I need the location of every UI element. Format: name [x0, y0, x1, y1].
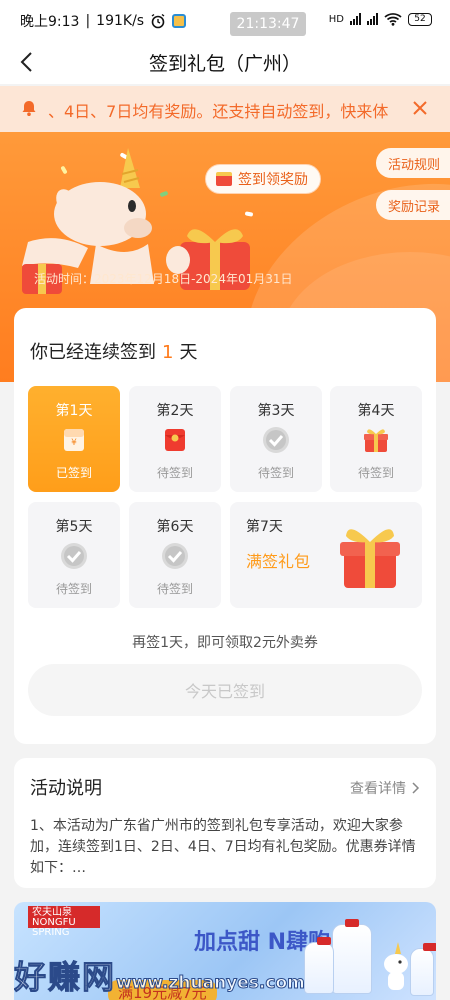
navigation-bar: 签到礼包（广州） — [0, 40, 450, 84]
full-sign-gift-label: 满签礼包 — [246, 552, 311, 571]
streak-heading: 你已经连续签到 1 天 — [30, 342, 198, 363]
gift-icon — [216, 172, 232, 186]
battery-icon: 52 — [408, 12, 432, 26]
gift-box-icon — [364, 429, 388, 452]
check-coin-icon — [61, 543, 87, 569]
reward-records-button[interactable]: 奖励记录 — [375, 190, 450, 220]
signed-today-button[interactable]: 今天已签到 — [28, 664, 422, 716]
status-speed: 191K/s — [96, 13, 145, 29]
status-time: 晚上9:13 — [20, 14, 80, 30]
water-bottle-image — [304, 937, 334, 994]
day-6-card: 第6天 待签到 — [129, 502, 221, 608]
app-notification-icon — [172, 14, 187, 28]
sign-reward-label: 签到领奖励 — [238, 172, 308, 188]
day-4-card: 第4天 待签到 — [330, 386, 422, 492]
view-details-link[interactable]: 查看详情 — [350, 778, 420, 798]
sign-reward-badge[interactable]: 签到领奖励 — [205, 164, 321, 194]
gift-box-icon — [340, 529, 400, 588]
activity-title: 活动说明 — [30, 778, 102, 799]
svg-text:¥: ¥ — [71, 438, 77, 448]
streak-count: 1 — [162, 342, 174, 363]
red-envelope-icon: ¥ — [64, 429, 84, 451]
day-7-card: 第7天 满签礼包 — [230, 502, 422, 608]
alarm-icon — [151, 13, 165, 29]
network-type: HD — [328, 13, 344, 25]
status-bar: 晚上9:13 | 191K/s 21:13:47 HD 52 — [0, 0, 450, 40]
unicorn-mascot-icon — [384, 942, 408, 990]
chevron-right-icon — [412, 782, 420, 794]
close-icon[interactable] — [410, 98, 430, 118]
water-bottle-image — [332, 919, 372, 994]
day-2-card: 第2天 待签到 — [129, 386, 221, 492]
activity-description-card: 活动说明 查看详情 1、本活动为广东省广州市的签到礼包专享活动，欢迎大家参加，连… — [14, 758, 436, 888]
notice-banner: 、4日、7日均有奖励。还支持自动签到，快来体 — [0, 86, 450, 132]
bell-icon — [22, 101, 36, 116]
brand-logo: 农夫山泉 NONGFU SPRING — [28, 906, 100, 938]
activity-period: 活动时间：2023年12月18日-2024年01月31日 — [34, 272, 293, 286]
signal-icon — [350, 13, 361, 25]
notice-text: 、4日、7日均有奖励。还支持自动签到，快来体 — [48, 102, 389, 121]
wifi-icon — [384, 13, 402, 26]
page-title: 签到礼包（广州） — [148, 53, 301, 75]
activity-description: 1、本活动为广东省广州市的签到礼包专享活动，欢迎大家参加，连续签到1日、2日、4… — [30, 818, 416, 876]
sign-in-card: 你已经连续签到 1 天 第1天 ¥ 已签到 第2天 待签到 第3天 待签到 第4天 … — [14, 308, 436, 744]
ad-banner[interactable]: 农夫山泉 NONGFU SPRING 加点甜 N肆购 满19元减7元 好赚网ww… — [14, 902, 436, 1000]
signal-2-icon — [367, 13, 378, 25]
red-envelope-icon — [165, 429, 185, 451]
activity-rules-button[interactable]: 活动规则 — [375, 148, 450, 178]
next-reward-tip: 再签1天，即可领取2元外卖券 — [132, 635, 318, 651]
day-3-card: 第3天 待签到 — [230, 386, 322, 492]
check-coin-icon — [162, 543, 188, 569]
watermark: 好赚网www.zhuanyes.com — [14, 958, 305, 997]
day-1-card: 第1天 ¥ 已签到 — [28, 386, 120, 492]
status-clock: 21:13:47 — [230, 12, 306, 36]
day-5-card: 第5天 待签到 — [28, 502, 120, 608]
check-coin-icon — [263, 427, 289, 453]
